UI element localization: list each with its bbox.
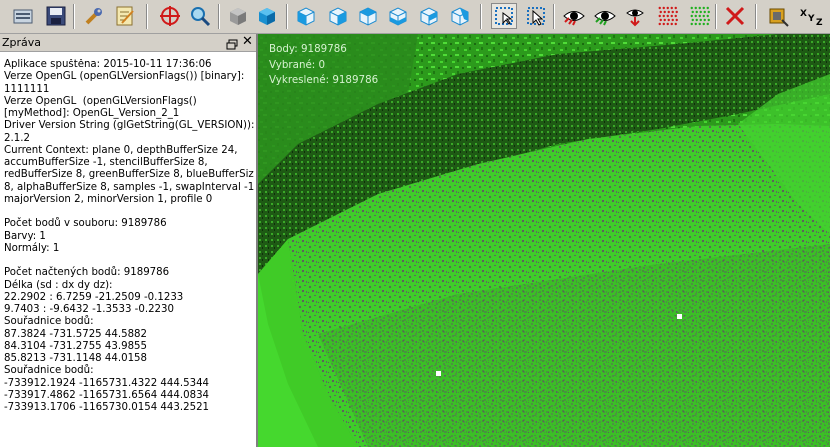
- toolbar-separator: [146, 4, 148, 29]
- eye-down-icon[interactable]: [622, 3, 648, 29]
- open-file-icon[interactable]: [10, 3, 36, 29]
- gray-cube-icon[interactable]: [225, 3, 251, 29]
- log-line: Délka (sd : dx dy dz):: [4, 279, 113, 291]
- toolbar-separator: [755, 4, 757, 29]
- show-green-eye-icon[interactable]: [592, 3, 618, 29]
- view-back-icon[interactable]: [325, 3, 351, 29]
- panel-title: Zpráva: [2, 36, 42, 49]
- view-left-icon[interactable]: [355, 3, 381, 29]
- view-front-icon[interactable]: [293, 3, 319, 29]
- red-points-icon[interactable]: [654, 3, 680, 29]
- log-line: redBufferSize 8, greenBufferSize 8, blue…: [4, 169, 254, 181]
- message-panel: Zpráva ✕ Aplikace spuštěna: 2015-10-11 1…: [0, 34, 258, 447]
- message-log: Aplikace spuštěna: 2015-10-11 17:36:06 Ve…: [4, 59, 254, 445]
- log-line: Current Context: plane 0, depthBufferSiz…: [4, 144, 238, 156]
- view-right-icon[interactable]: [385, 3, 411, 29]
- svg-text:X: X: [800, 9, 807, 19]
- log-line: -733912.1924 -1165731.4322 444.5344: [4, 377, 210, 389]
- log-line: Počet načtených bodů: 9189786: [4, 267, 170, 279]
- view-top-icon[interactable]: [416, 3, 442, 29]
- log-line: Aplikace spuštěna: 2015-10-11 17:36:06: [4, 59, 212, 70]
- save-file-icon[interactable]: [43, 3, 69, 29]
- show-red-eye-icon[interactable]: [561, 3, 587, 29]
- rect-select-icon[interactable]: [491, 3, 517, 29]
- log-line: 22.2902 : 6.7259 -21.2509 -0.1233: [4, 291, 184, 303]
- blue-cube-icon[interactable]: [254, 3, 280, 29]
- log-line: 87.3824 -731.5725 44.5882: [4, 328, 148, 340]
- selected-count: Vybrané: 0: [269, 58, 326, 71]
- log-line: 1111111: [4, 83, 50, 95]
- log-line: -733913.1706 -1165730.0154 443.2521: [4, 402, 210, 413]
- log-line: [myMethod]: OpenGL_Version_2_1: [4, 108, 180, 119]
- log-line: 85.8213 -731.1148 44.0158: [4, 353, 148, 364]
- svg-text:Y: Y: [807, 14, 815, 24]
- pointer-select-icon[interactable]: [523, 3, 549, 29]
- log-line: 2.1.2: [4, 132, 30, 144]
- points-count: Body: 9189786: [269, 43, 347, 55]
- log-line: 84.3104 -731.2755 43.9855: [4, 340, 148, 352]
- panel-header: Zpráva ✕: [0, 34, 256, 52]
- log-line: Driver Version String (glGetString(GL_VE…: [4, 120, 254, 132]
- measure-icon[interactable]: [765, 3, 791, 29]
- log-line: majorVersion 2, minorVersion 1, profile …: [4, 193, 213, 205]
- log-line: Barvy: 1: [4, 230, 46, 242]
- viewport-stats: Body: 9189786 Vybrané: 0 Vykreslené: 918…: [269, 42, 378, 89]
- main-toolbar: XYZ: [0, 0, 830, 34]
- log-line: accumBufferSize -1, stencilBufferSize 8,: [4, 157, 208, 168]
- log-line: Verze OpenGL (openGLVersionFlags(): [4, 95, 197, 107]
- log-line: Počet bodů v souboru: 9189786: [4, 218, 167, 230]
- target-icon[interactable]: [157, 3, 183, 29]
- point-cloud-render: [258, 34, 830, 447]
- log-line: Souřadnice bodů:: [4, 316, 94, 328]
- float-panel-icon[interactable]: [226, 36, 238, 50]
- drawn-count: Vykreslené: 9189786: [269, 74, 379, 86]
- clear-x-icon[interactable]: [722, 3, 748, 29]
- log-line: -733917.4862 -1165731.6564 444.0834: [4, 389, 210, 401]
- point-cloud-viewport[interactable]: Body: 9189786 Vybrané: 0 Vykreslené: 918…: [258, 34, 830, 447]
- toolbar-separator: [480, 4, 482, 29]
- log-line: Normály: 1: [4, 242, 60, 254]
- green-points-icon[interactable]: [686, 3, 712, 29]
- log-line: 9.7403 : -9.6432 -1.3533 -0.2230: [4, 304, 174, 315]
- log-line: Verze OpenGL (openGLVersionFlags()) [bin…: [4, 71, 245, 83]
- zoom-icon[interactable]: [187, 3, 213, 29]
- toolbar-separator: [73, 4, 75, 29]
- close-panel-icon[interactable]: ✕: [241, 35, 254, 49]
- log-line: Souřadnice bodů:: [4, 365, 94, 377]
- view-bottom-icon[interactable]: [447, 3, 473, 29]
- toolbar-separator: [715, 4, 717, 29]
- toolbar-separator: [286, 4, 288, 29]
- log-line: 8, alphaBufferSize 8, samples -1, swapIn…: [4, 181, 254, 193]
- xyz-axes-icon[interactable]: XYZ: [797, 3, 827, 29]
- settings-wrench-icon[interactable]: [81, 3, 107, 29]
- toolbar-separator: [218, 4, 220, 29]
- toolbar-separator: [553, 4, 555, 29]
- edit-notes-icon[interactable]: [112, 3, 138, 29]
- svg-text:Z: Z: [816, 18, 823, 27]
